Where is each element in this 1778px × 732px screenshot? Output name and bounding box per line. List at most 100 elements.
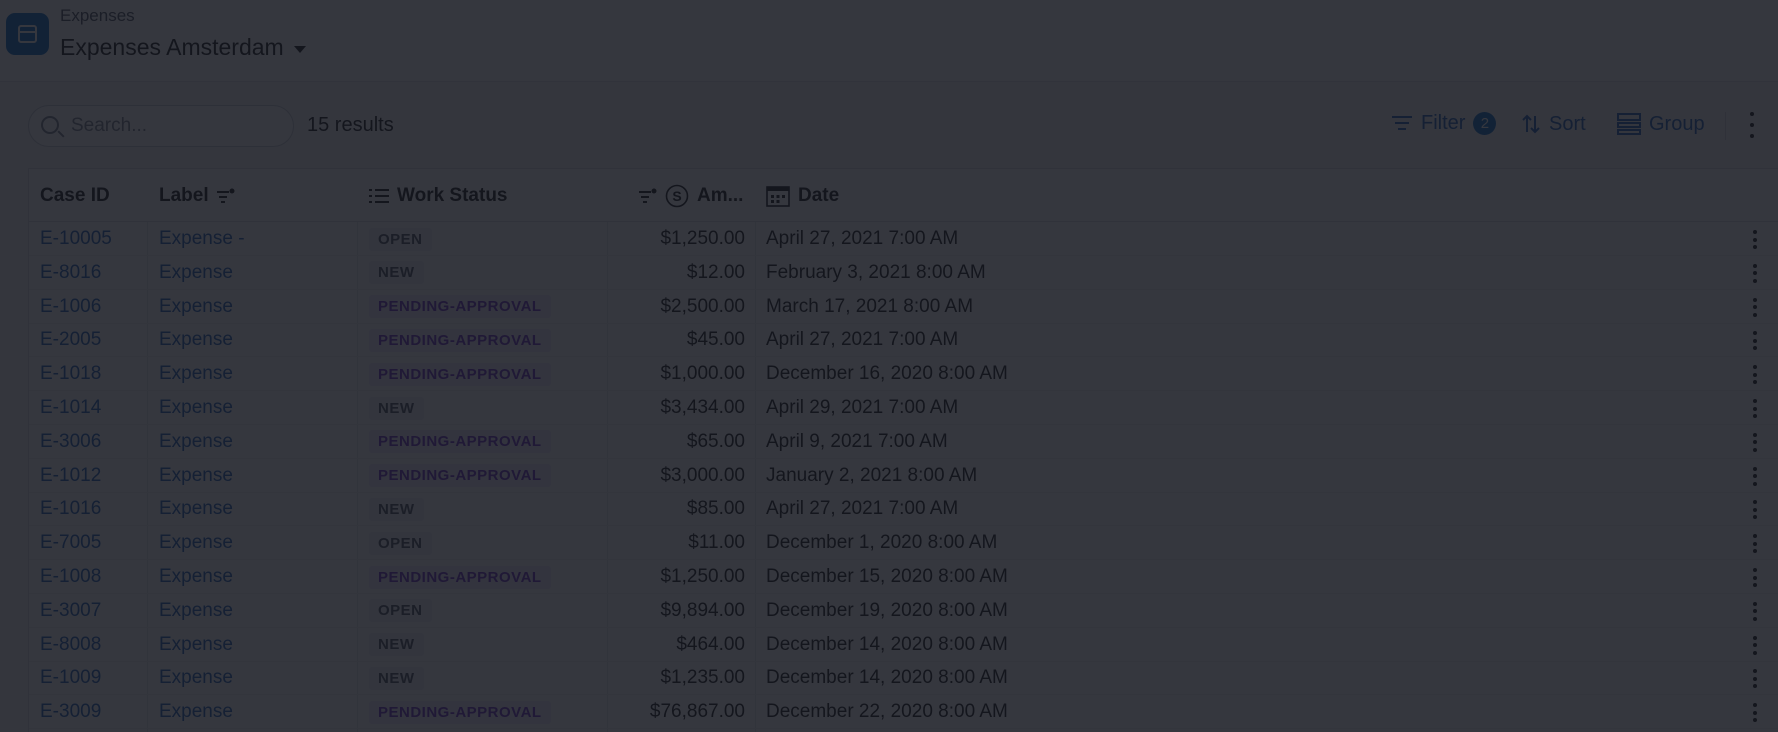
more-vertical-icon[interactable]	[1750, 568, 1760, 587]
case-id-link[interactable]: E-3009	[40, 695, 101, 729]
column-header-work-status[interactable]: Work Status	[369, 169, 508, 222]
label-link[interactable]: Expense	[159, 695, 233, 729]
table-row[interactable]: E-3009 Expense PENDING-APPROVAL $76,867.00 D…	[29, 695, 1778, 730]
sort-button[interactable]: Sort	[1521, 112, 1586, 136]
case-id-link[interactable]: E-3007	[40, 594, 101, 628]
work-status-cell: PENDING-APPROVAL	[369, 425, 551, 459]
case-id-link[interactable]: E-1016	[40, 492, 101, 526]
more-vertical-icon[interactable]	[1750, 466, 1760, 486]
case-id-link[interactable]: E-10005	[40, 222, 112, 256]
page-title[interactable]: Expenses Amsterdam	[60, 34, 306, 61]
table-row[interactable]: E-7005 Expense OPEN $11.00 December 1, 2020 …	[29, 526, 1778, 561]
work-status-cell: NEW	[369, 492, 424, 526]
case-id-link[interactable]: E-1018	[40, 357, 101, 391]
table-row[interactable]: E-1006 Expense PENDING-APPROVAL $2,500.00 Ma…	[29, 290, 1778, 324]
filter-button[interactable]: Filter 2	[1391, 112, 1497, 135]
column-header-label: Case ID	[40, 184, 110, 206]
more-vertical-icon[interactable]	[1750, 297, 1760, 317]
table-row[interactable]: E-2005 Expense PENDING-APPROVAL $45.00 April…	[29, 323, 1778, 358]
table-row[interactable]: E-1014 Expense NEW $3,434.00 April 29, 2021 …	[29, 391, 1778, 425]
label-link[interactable]: Expense -	[159, 222, 245, 256]
work-status-cell: PENDING-APPROVAL	[369, 290, 551, 324]
label-link[interactable]: Expense	[159, 661, 233, 695]
case-id-link[interactable]: E-1012	[40, 459, 101, 493]
label-link[interactable]: Expense	[159, 256, 233, 290]
table-row[interactable]: E-1009 Expense NEW $1,235.00 December 14, 20…	[29, 661, 1778, 696]
column-header-amount[interactable]: S Am...	[639, 169, 743, 222]
case-id-link[interactable]: E-3006	[40, 425, 101, 459]
column-header-date[interactable]: Date	[766, 169, 839, 222]
more-vertical-icon[interactable]	[1750, 263, 1760, 283]
label-link[interactable]: Expense	[159, 492, 233, 526]
label-link[interactable]: Expense	[159, 459, 233, 493]
label-link[interactable]: Expense	[159, 594, 233, 628]
date-cell: April 9, 2021 7:00 AM	[766, 430, 948, 452]
date-cell: December 15, 2020 8:00 AM	[766, 566, 1008, 587]
case-id-link[interactable]: E-1006	[40, 290, 101, 324]
table-row[interactable]: E-3007 Expense OPEN $9,894.00 December 19, 2…	[29, 594, 1778, 628]
label-link[interactable]: Expense	[159, 391, 233, 425]
label-link[interactable]: Expense	[159, 290, 233, 324]
caret-down-icon[interactable]	[293, 46, 306, 53]
sort-filter-icon	[216, 188, 235, 203]
table-row[interactable]: E-10005 Expense - OPEN $1,250.00 April 27, 2…	[29, 222, 1778, 256]
more-vertical-icon[interactable]	[1750, 365, 1760, 385]
status-badge: PENDING-APPROVAL	[369, 565, 551, 589]
column-header-label-col[interactable]: Label	[159, 169, 235, 222]
more-vertical-icon[interactable]	[1750, 331, 1760, 351]
work-status-cell: PENDING-APPROVAL	[369, 323, 551, 357]
amount-cell: $3,000.00	[660, 464, 745, 486]
label-link[interactable]: Expense	[159, 323, 233, 357]
more-vertical-icon[interactable]	[1750, 635, 1760, 655]
table-row[interactable]: E-1016 Expense NEW $85.00 April 27, 2021 7:0…	[29, 492, 1778, 527]
label-link[interactable]: Expense	[159, 425, 233, 459]
label-link[interactable]: Expense	[159, 526, 233, 560]
column-header-case-id[interactable]: Case ID	[40, 169, 110, 222]
more-vertical-icon[interactable]	[1750, 601, 1760, 621]
app-icon	[6, 13, 49, 55]
case-id-link[interactable]: E-8008	[40, 628, 101, 662]
table-row[interactable]: E-3006 Expense PENDING-APPROVAL $65.00 April…	[29, 425, 1778, 459]
group-label: Group	[1649, 112, 1705, 135]
more-vertical-icon[interactable]	[1750, 500, 1760, 520]
table-row[interactable]: E-1012 Expense PENDING-APPROVAL $3,000.00 Ja…	[29, 459, 1778, 493]
more-vertical-icon[interactable]	[1750, 399, 1760, 418]
more-vertical-icon[interactable]	[1750, 669, 1760, 689]
table-row[interactable]: E-1018 Expense PENDING-APPROVAL $1,000.00 De…	[29, 357, 1778, 392]
status-badge: PENDING-APPROVAL	[369, 700, 551, 724]
case-id-link[interactable]: E-1014	[40, 391, 101, 425]
case-id-link[interactable]: E-2005	[40, 323, 101, 357]
date-cell: December 1, 2020 8:00 AM	[766, 532, 998, 554]
sort-filter-icon	[639, 188, 657, 203]
search-input[interactable]: Search...	[28, 105, 294, 147]
label-link[interactable]: Expense	[159, 357, 233, 391]
work-status-cell: PENDING-APPROVAL	[369, 695, 551, 729]
breadcrumb[interactable]: Expenses	[60, 6, 135, 26]
filter-count-badge: 2	[1473, 112, 1497, 135]
table-row[interactable]: E-8016 Expense NEW $12.00 February 3, 2021 8…	[29, 256, 1778, 290]
list-icon	[369, 188, 389, 203]
group-button[interactable]: Group	[1617, 112, 1705, 136]
date-cell: April 27, 2021 7:00 AM	[766, 498, 959, 520]
more-vertical-icon[interactable]	[1750, 432, 1760, 452]
status-badge: OPEN	[369, 599, 432, 623]
more-vertical-icon[interactable]	[1750, 703, 1760, 723]
status-badge: OPEN	[369, 227, 432, 251]
work-status-cell: OPEN	[369, 594, 432, 628]
column-header-label: Label	[159, 184, 209, 206]
sort-icon	[1522, 114, 1540, 134]
dollar-icon: S	[665, 184, 689, 207]
more-vertical-icon[interactable]	[1745, 112, 1759, 138]
case-id-link[interactable]: E-8016	[40, 256, 101, 290]
case-id-link[interactable]: E-1009	[40, 661, 101, 695]
table-row[interactable]: E-8008 Expense NEW $464.00 December 14, 2020…	[29, 628, 1778, 662]
case-id-link[interactable]: E-1008	[40, 560, 101, 594]
status-badge: PENDING-APPROVAL	[369, 430, 551, 454]
more-vertical-icon[interactable]	[1750, 230, 1760, 249]
table-row[interactable]: E-1008 Expense PENDING-APPROVAL $1,250.00 De…	[29, 560, 1778, 594]
label-link[interactable]: Expense	[159, 628, 233, 662]
case-id-link[interactable]: E-7005	[40, 526, 101, 560]
label-link[interactable]: Expense	[159, 560, 233, 594]
page-title-text: Expenses Amsterdam	[60, 34, 284, 60]
more-vertical-icon[interactable]	[1750, 534, 1760, 554]
